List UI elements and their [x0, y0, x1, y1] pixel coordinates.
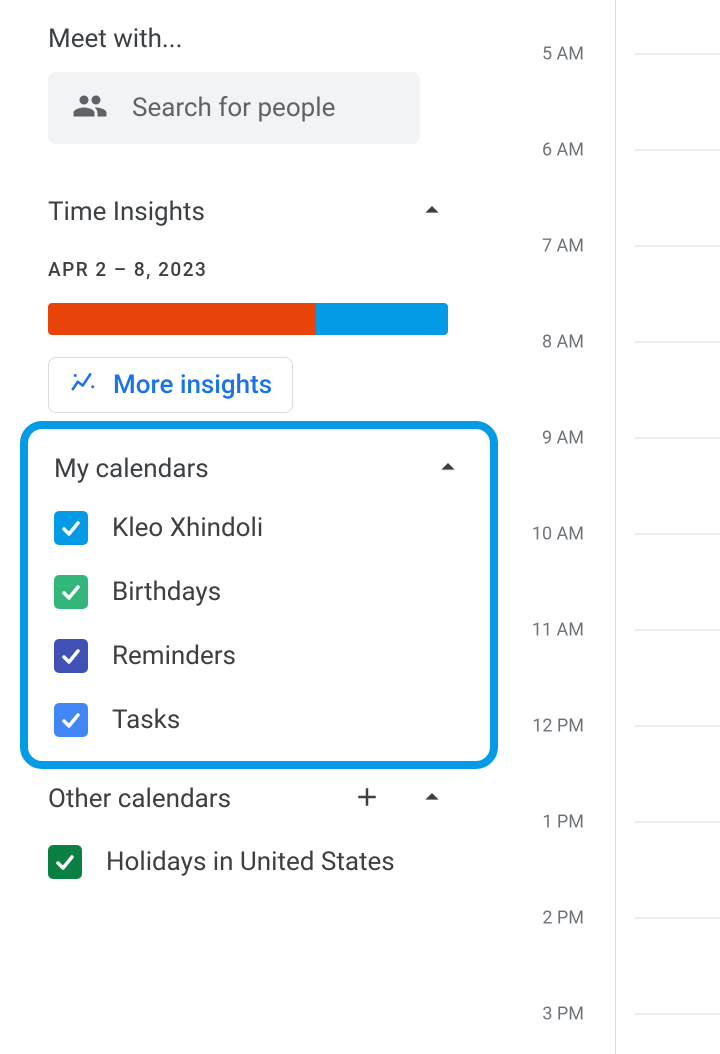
time-label: 7 AM: [542, 236, 584, 257]
other-calendars-title: Other calendars: [48, 784, 352, 814]
chevron-up-icon: [432, 451, 464, 487]
search-placeholder: Search for people: [132, 93, 335, 123]
grid-horizontal-line: [635, 342, 720, 343]
time-label: 9 AM: [542, 428, 584, 449]
insights-bar-segment-2: [316, 303, 448, 335]
grid-horizontal-line: [635, 54, 720, 55]
people-icon: [72, 88, 108, 128]
calendar-checkbox[interactable]: [48, 845, 82, 879]
insights-bar-segment-1: [48, 303, 316, 335]
grid-horizontal-line: [635, 630, 720, 631]
add-calendar-icon[interactable]: [352, 782, 382, 816]
insights-date-range: APR 2 – 8, 2023: [48, 258, 500, 281]
my-calendar-item[interactable]: Birthdays: [54, 575, 464, 609]
calendar-label: Tasks: [112, 705, 180, 735]
time-label: 10 AM: [532, 524, 584, 545]
chevron-up-icon: [416, 781, 448, 817]
time-insights-header[interactable]: Time Insights: [48, 194, 448, 230]
calendar-checkbox[interactable]: [54, 639, 88, 673]
calendar-checkbox[interactable]: [54, 511, 88, 545]
grid-horizontal-line: [635, 918, 720, 919]
calendar-label: Reminders: [112, 641, 236, 671]
grid-horizontal-line: [635, 246, 720, 247]
time-insights-title: Time Insights: [48, 197, 205, 227]
grid-horizontal-line: [635, 726, 720, 727]
grid-vertical-line: [615, 0, 616, 1054]
chevron-up-icon: [416, 194, 448, 230]
grid-horizontal-line: [635, 438, 720, 439]
time-label: 5 AM: [542, 44, 584, 65]
meet-with-title: Meet with...: [48, 24, 500, 54]
other-calendars-header[interactable]: Other calendars: [48, 781, 448, 817]
calendar-label: Birthdays: [112, 577, 221, 607]
calendar-checkbox[interactable]: [54, 575, 88, 609]
my-calendar-item[interactable]: Tasks: [54, 703, 464, 737]
time-label: 6 AM: [542, 140, 584, 161]
time-label: 12 PM: [532, 716, 584, 737]
time-label: 11 AM: [532, 620, 584, 641]
insights-sparkle-icon: [69, 368, 99, 402]
time-label: 8 AM: [542, 332, 584, 353]
grid-horizontal-line: [635, 822, 720, 823]
other-calendar-item[interactable]: Holidays in United States: [48, 845, 500, 879]
time-grid[interactable]: 5 AM 6 AM 7 AM 8 AM 9 AM 10 AM 11 AM 12 PM 1 PM 2…: [505, 0, 720, 1054]
my-calendar-item[interactable]: Kleo Xhindoli: [54, 511, 464, 545]
grid-horizontal-line: [635, 534, 720, 535]
search-people-input[interactable]: Search for people: [48, 72, 420, 144]
my-calendar-item[interactable]: Reminders: [54, 639, 464, 673]
calendar-label: Holidays in United States: [106, 847, 395, 877]
more-insights-label: More insights: [113, 370, 272, 400]
more-insights-button[interactable]: More insights: [48, 357, 293, 413]
calendar-label: Kleo Xhindoli: [112, 513, 263, 543]
calendar-checkbox[interactable]: [54, 703, 88, 737]
my-calendars-section: My calendars Kleo Xhindoli Birthdays Remin…: [20, 421, 498, 769]
time-label: 2 PM: [542, 908, 584, 929]
my-calendars-header[interactable]: My calendars: [54, 451, 464, 487]
my-calendars-title: My calendars: [54, 454, 209, 484]
time-label: 1 PM: [542, 812, 584, 833]
grid-horizontal-line: [635, 150, 720, 151]
insights-bar: [48, 303, 448, 335]
grid-horizontal-line: [635, 1014, 720, 1015]
time-label: 3 PM: [542, 1004, 584, 1025]
